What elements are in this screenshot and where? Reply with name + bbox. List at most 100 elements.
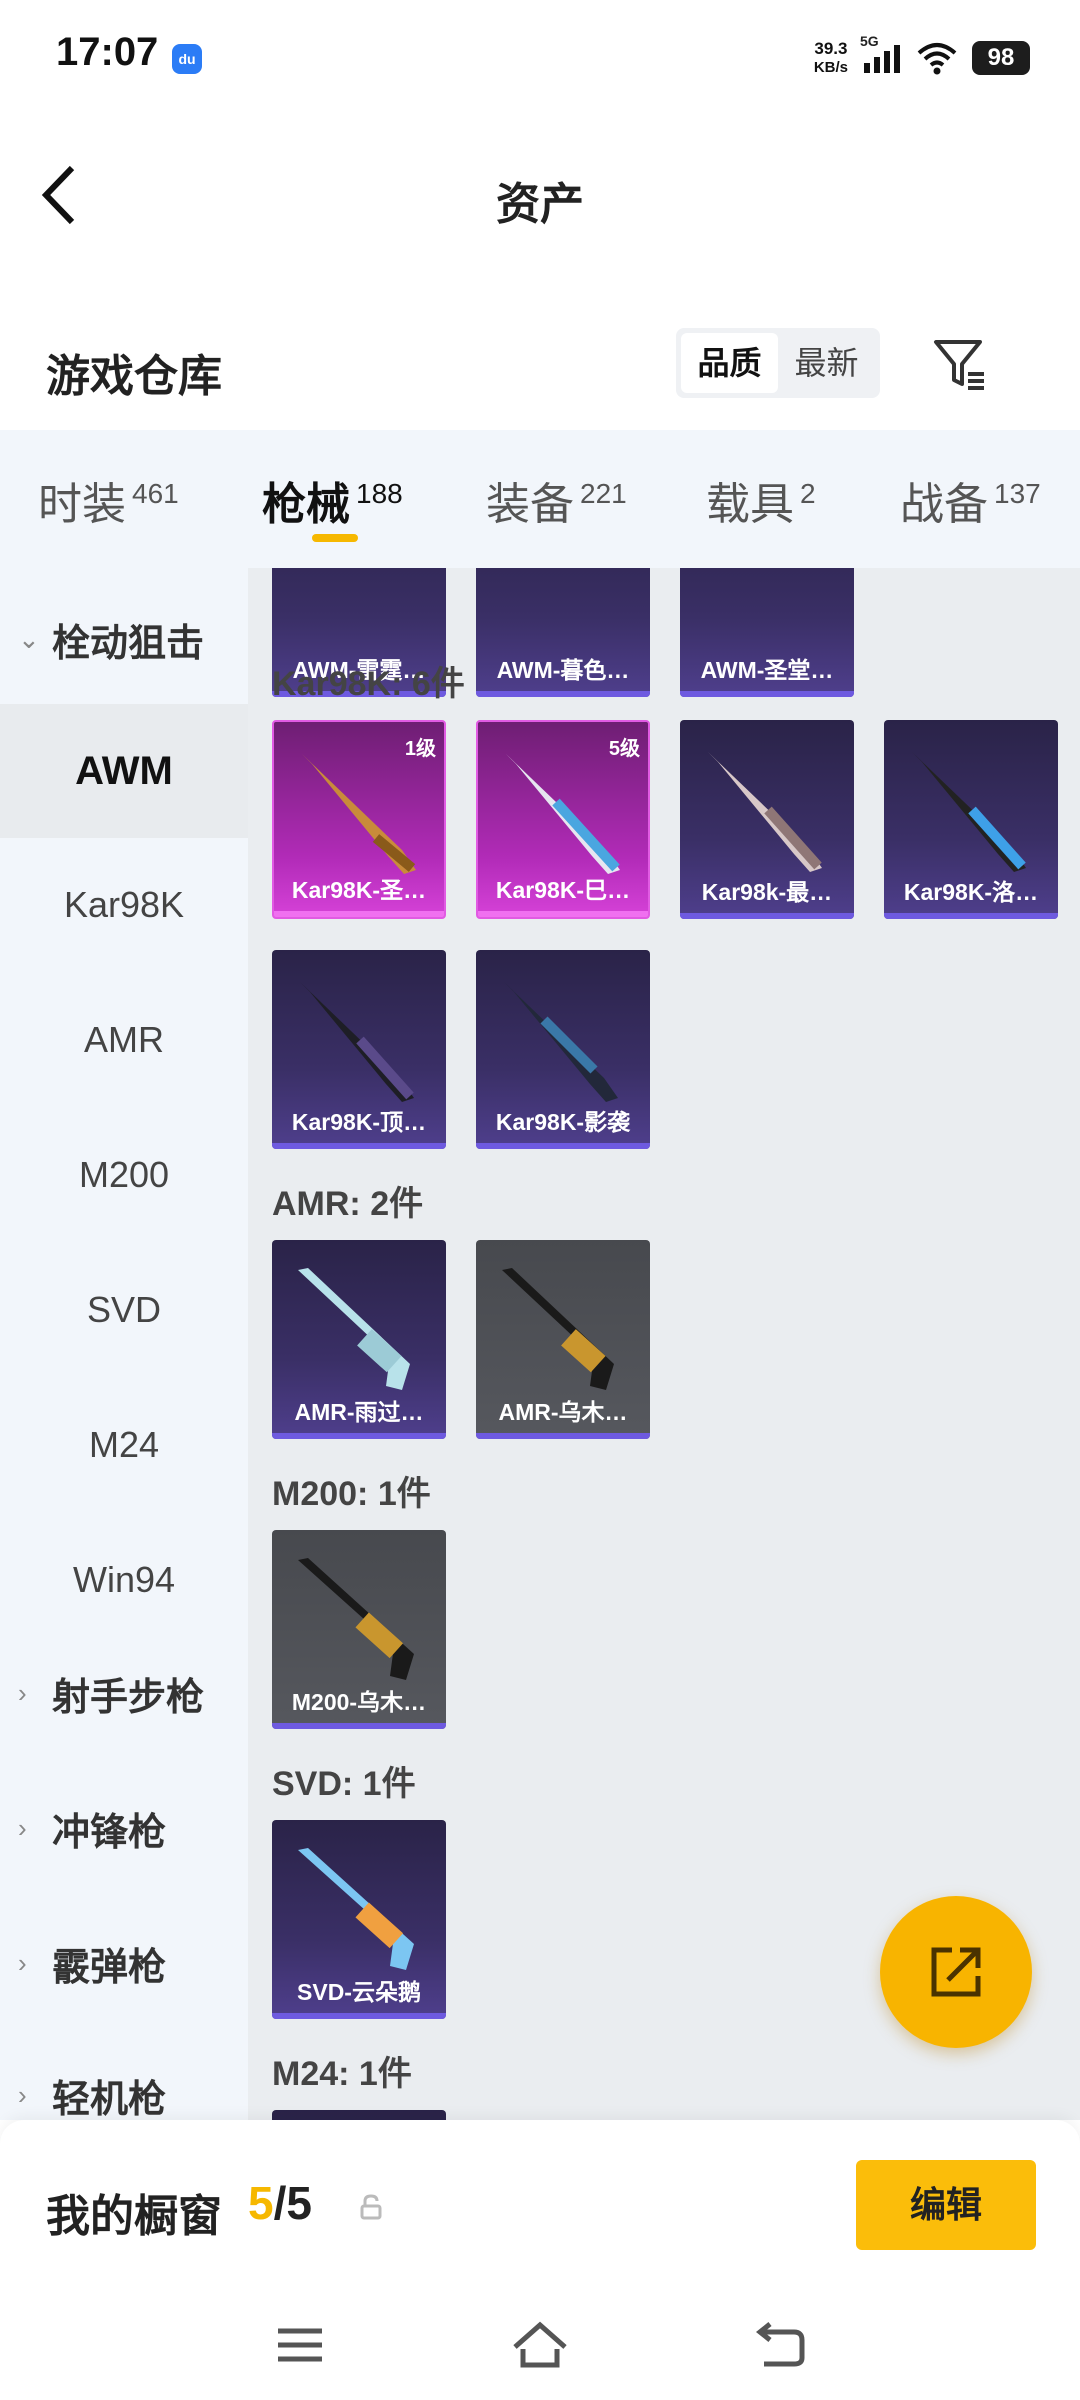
tab-label: 枪械 bbox=[262, 480, 350, 529]
tab-vehicles[interactable]: 载具 2 bbox=[706, 468, 816, 532]
weapon-card-kar98k-3[interactable]: Kar98k-最… bbox=[680, 720, 854, 919]
rarity-bar bbox=[680, 913, 854, 919]
home-button[interactable] bbox=[505, 2310, 575, 2380]
tab-count: 221 bbox=[580, 478, 627, 510]
app-notification-icon: du bbox=[172, 44, 202, 74]
weapon-card-name: SVD-云朵鹅 bbox=[297, 1979, 421, 2005]
status-indicators: 39.3 KB/s 5G 98 bbox=[813, 33, 1030, 80]
recents-button[interactable] bbox=[265, 2310, 335, 2380]
share-fab-button[interactable] bbox=[880, 1896, 1032, 2048]
network-speed-unit: KB/s bbox=[813, 59, 848, 76]
sidebar-group-label: 射手步枪 bbox=[52, 1677, 205, 1719]
tab-label: 装备 bbox=[486, 480, 574, 529]
sidebar-item-svd[interactable]: SVD bbox=[0, 1243, 248, 1377]
weapon-card-amr-2[interactable]: AMR-乌木… bbox=[476, 1240, 650, 1439]
rifle-image-icon bbox=[298, 1268, 410, 1390]
cellular-signal-icon: 5G bbox=[860, 33, 902, 75]
rifle-image-icon bbox=[298, 1848, 414, 1970]
tab-count: 2 bbox=[800, 478, 816, 510]
tab-combat-gear[interactable]: 战备 137 bbox=[900, 468, 1041, 532]
sidebar-group-bolt-action[interactable]: ⌄ 栓动狙击 bbox=[18, 612, 204, 667]
rifle-image-icon bbox=[506, 754, 620, 874]
weapon-card-name: AMR-雨过… bbox=[294, 1399, 424, 1425]
weapon-card-amr-1[interactable]: AMR-雨过… bbox=[272, 1240, 446, 1439]
tab-label: 战备 bbox=[900, 480, 988, 529]
sort-option-newest[interactable]: 最新 bbox=[778, 333, 875, 393]
wifi-icon bbox=[917, 43, 957, 75]
sidebar-item-m24[interactable]: M24 bbox=[0, 1378, 248, 1512]
rarity-bar bbox=[476, 691, 650, 697]
rarity-bar bbox=[476, 1143, 650, 1149]
chevron-right-icon: › bbox=[18, 1678, 27, 1708]
weapon-card-m200-1[interactable]: M200-乌木… bbox=[272, 1530, 446, 1729]
lock-icon bbox=[360, 2194, 382, 2220]
weapon-card-svd-1[interactable]: SVD-云朵鹅 bbox=[272, 1820, 446, 2019]
menu-icon bbox=[278, 2328, 322, 2362]
section-label-amr: AMR: 2件 bbox=[272, 1185, 424, 1223]
showcase-count-total: /5 bbox=[273, 2177, 312, 2229]
rifle-image-icon bbox=[302, 754, 416, 874]
sort-option-quality[interactable]: 品质 bbox=[681, 333, 778, 393]
active-tab-indicator bbox=[312, 534, 358, 542]
sidebar-group-lmg[interactable]: › 轻机枪 bbox=[18, 2068, 166, 2120]
weapon-card-name: AWM-圣堂… bbox=[700, 657, 834, 683]
rarity-bar bbox=[272, 1723, 446, 1729]
sidebar-group-smg[interactable]: › 冲锋枪 bbox=[18, 1801, 166, 1856]
share-icon bbox=[931, 1947, 981, 1997]
weapon-card-awm-2[interactable]: AWM-暮色… bbox=[476, 568, 650, 697]
header: 资产 bbox=[0, 110, 1080, 275]
weapon-card-name: Kar98K-巳… bbox=[495, 877, 631, 903]
sidebar-item-win94[interactable]: Win94 bbox=[0, 1513, 248, 1647]
weapon-card-name: Kar98K-洛… bbox=[903, 879, 1039, 905]
category-tabs: 时装 461 枪械 188 装备 221 载具 2 战备 137 bbox=[0, 430, 1080, 568]
weapon-card-kar98k-1[interactable]: 1级 Kar98K-圣… bbox=[272, 720, 446, 919]
sidebar-item-amr[interactable]: AMR bbox=[0, 973, 248, 1107]
status-time: 17:07 bbox=[56, 30, 159, 74]
rarity-bar bbox=[884, 913, 1058, 919]
chevron-right-icon: › bbox=[18, 2080, 27, 2110]
showcase-count-current: 5 bbox=[248, 2177, 274, 2229]
rifle-image-icon bbox=[300, 982, 414, 1102]
weapon-grid: AWM-雷霆… AWM-暮色… AWM-圣堂… Kar98K: 6件 1级 Ka… bbox=[248, 568, 1080, 2120]
edit-button[interactable]: 编辑 bbox=[856, 2160, 1036, 2250]
rifle-image-icon bbox=[504, 982, 618, 1102]
rarity-bar bbox=[680, 691, 854, 697]
weapon-card-name: AMR-乌木… bbox=[498, 1399, 628, 1425]
section-label-m24: M24: 1件 bbox=[272, 2055, 412, 2093]
tab-firearms[interactable]: 枪械 188 bbox=[262, 468, 403, 532]
sidebar-item-m200[interactable]: M200 bbox=[0, 1108, 248, 1242]
weapon-card-name: Kar98K-圣… bbox=[291, 877, 427, 903]
weapon-level-badge: 5级 bbox=[608, 738, 640, 760]
tab-label: 时装 bbox=[38, 480, 126, 529]
filter-button[interactable] bbox=[930, 334, 990, 394]
sort-toggle: 品质 最新 bbox=[676, 328, 880, 398]
tab-fashion[interactable]: 时装 461 bbox=[38, 468, 179, 532]
section-label-svd: SVD: 1件 bbox=[272, 1765, 416, 1803]
showcase-count: 5/5 bbox=[248, 2176, 312, 2230]
weapon-card-awm-3[interactable]: AWM-圣堂… bbox=[680, 568, 854, 697]
sidebar-group-label: 霰弹枪 bbox=[52, 1947, 167, 1989]
chevron-right-icon: › bbox=[18, 1813, 27, 1843]
sidebar-item-kar98k[interactable]: Kar98K bbox=[0, 838, 248, 972]
weapon-card-kar98k-4[interactable]: Kar98K-洛… bbox=[884, 720, 1058, 919]
weapon-card-kar98k-2[interactable]: 5级 Kar98K-巳… bbox=[476, 720, 650, 919]
warehouse-header: 游戏仓库 品质 最新 bbox=[0, 310, 1080, 420]
tab-equipment[interactable]: 装备 221 bbox=[486, 468, 627, 532]
sidebar-group-marksman-rifle[interactable]: › 射手步枪 bbox=[18, 1666, 204, 1721]
sidebar-item-awm[interactable]: AWM bbox=[0, 704, 248, 838]
tab-label: 载具 bbox=[706, 480, 794, 529]
back-nav-button[interactable] bbox=[745, 2310, 815, 2380]
weapon-card-name: M200-乌木… bbox=[291, 1689, 427, 1715]
rifle-image-icon bbox=[298, 1558, 414, 1680]
rarity-bar bbox=[478, 911, 648, 917]
network-type: 5G bbox=[860, 33, 879, 49]
section-label-m200: M200: 1件 bbox=[272, 1475, 431, 1513]
rifle-image-icon bbox=[708, 752, 822, 872]
sidebar-group-shotgun[interactable]: › 霰弹枪 bbox=[18, 1936, 166, 1991]
weapon-card-kar98k-5[interactable]: Kar98K-顶… bbox=[272, 950, 446, 1149]
weapon-card-m24-1[interactable] bbox=[272, 2110, 446, 2120]
my-showcase-panel: 我的橱窗 5/5 编辑 bbox=[0, 2120, 1080, 2290]
weapon-card-kar98k-6[interactable]: Kar98K-影袭 bbox=[476, 950, 650, 1149]
warehouse-title: 游戏仓库 bbox=[46, 352, 222, 401]
chevron-down-icon: ⌄ bbox=[18, 624, 40, 654]
